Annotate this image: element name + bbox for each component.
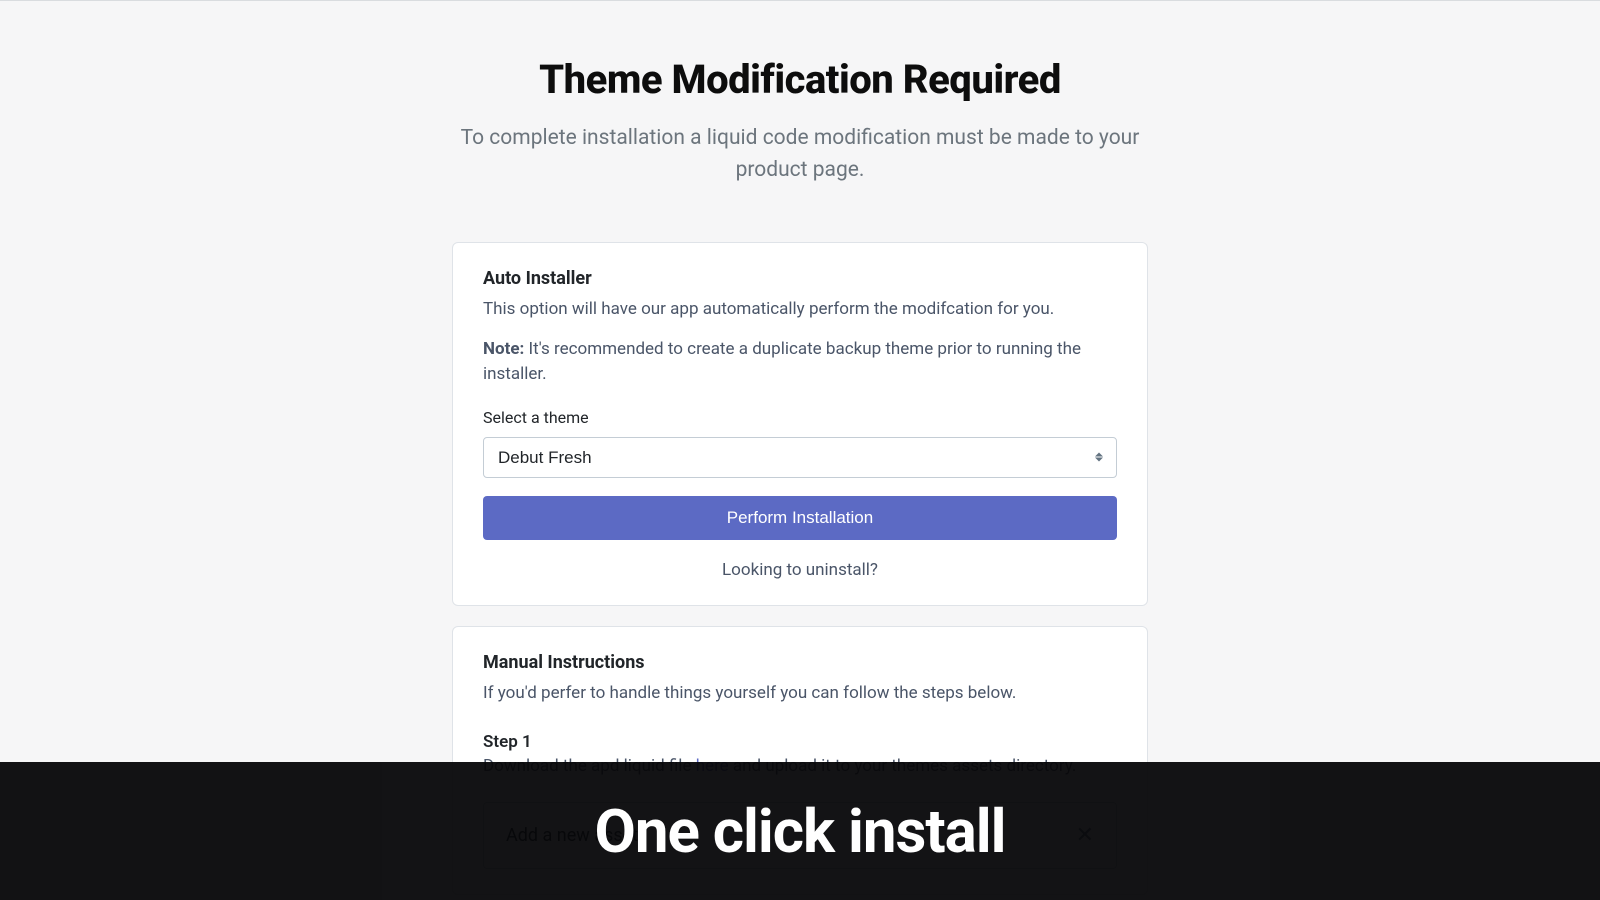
page-header: Theme Modification Required To complete …: [280, 56, 1320, 186]
auto-installer-title: Auto Installer: [483, 268, 1117, 289]
banner-text: One click install: [594, 796, 1005, 867]
theme-select-label: Select a theme: [483, 408, 1117, 427]
note-label: Note:: [483, 339, 524, 359]
uninstall-link[interactable]: Looking to uninstall?: [483, 560, 1117, 580]
theme-select-wrapper: Debut Fresh: [483, 437, 1117, 478]
overlay-banner: One click install: [0, 762, 1600, 900]
note-text: It's recommended to create a duplicate b…: [483, 339, 1081, 385]
auto-installer-card: Auto Installer This option will have our…: [452, 242, 1148, 606]
auto-installer-description: This option will have our app automatica…: [483, 297, 1117, 323]
manual-title: Manual Instructions: [483, 652, 1117, 673]
perform-installation-button[interactable]: Perform Installation: [483, 496, 1117, 540]
page-title: Theme Modification Required: [280, 56, 1320, 103]
step-1-label: Step 1: [483, 732, 1117, 752]
page-subtitle: To complete installation a liquid code m…: [460, 123, 1140, 186]
manual-description: If you'd perfer to handle things yoursel…: [483, 681, 1117, 707]
auto-installer-note: Note: It's recommended to create a dupli…: [483, 337, 1117, 388]
theme-select[interactable]: Debut Fresh: [483, 437, 1117, 478]
